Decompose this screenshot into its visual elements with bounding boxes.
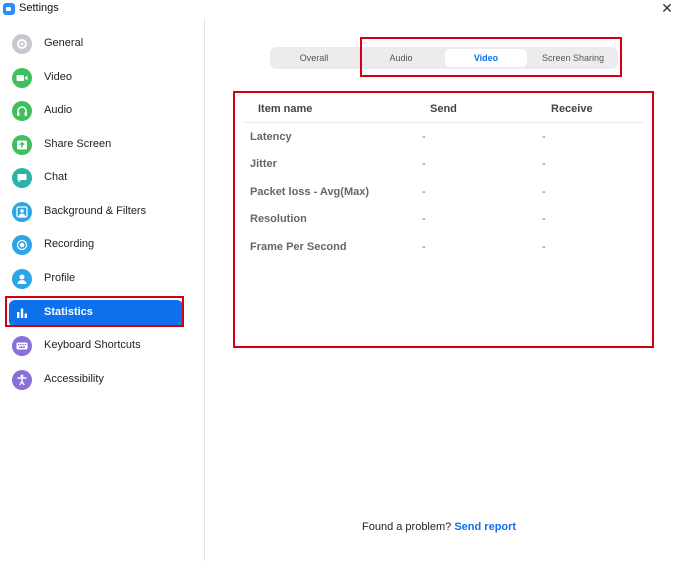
profile-icon: [12, 269, 32, 289]
close-button[interactable]: ✕: [660, 1, 674, 15]
person-frame-icon: [12, 202, 32, 222]
row-item-name: Packet loss - Avg(Max): [250, 186, 370, 198]
gear-icon: [12, 34, 32, 54]
sidebar-item-share-screen[interactable]: Share Screen: [9, 132, 183, 159]
accessibility-icon: [12, 370, 32, 390]
footer-text: Found a problem?: [362, 521, 452, 533]
table-row: Resolution - -: [243, 210, 643, 230]
sidebar-item-label: Recording: [44, 238, 95, 250]
zoom-app-icon: [3, 3, 15, 15]
video-camera-icon: [12, 68, 32, 88]
sidebar-item-video[interactable]: Video: [9, 65, 183, 92]
table-row: Packet loss - Avg(Max) - -: [243, 183, 643, 203]
settings-sidebar: General Video Audio Share Screen Chat Ba…: [0, 18, 205, 561]
share-screen-icon: [12, 135, 32, 155]
tab-overall[interactable]: Overall: [272, 49, 356, 67]
sidebar-item-label: Keyboard Shortcuts: [44, 339, 141, 351]
column-header-item-name: Item name: [258, 103, 313, 115]
row-receive-value: -: [542, 131, 546, 143]
sidebar-item-accessibility[interactable]: Accessibility: [9, 367, 183, 394]
sidebar-item-label: Share Screen: [44, 138, 112, 150]
row-item-name: Resolution: [250, 213, 307, 225]
row-send-value: -: [422, 241, 426, 253]
table-row: Frame Per Second - -: [243, 238, 643, 258]
sidebar-item-label: Audio: [44, 104, 73, 116]
column-header-send: Send: [430, 103, 457, 115]
table-row: Jitter - -: [243, 155, 643, 175]
sidebar-item-statistics[interactable]: Statistics: [9, 300, 183, 327]
row-item-name: Frame Per Second: [250, 241, 347, 253]
bar-chart-icon: [12, 303, 32, 323]
sidebar-item-label: Profile: [44, 272, 76, 284]
sidebar-item-label: Accessibility: [44, 373, 104, 385]
table-row: Latency - -: [243, 128, 643, 148]
sidebar-item-label: Video: [44, 71, 72, 83]
report-problem-footer: Found a problem? Send report: [362, 521, 516, 533]
sidebar-item-label: General: [44, 37, 84, 49]
tab-audio[interactable]: Audio: [360, 49, 442, 67]
sidebar-item-general[interactable]: General: [9, 31, 183, 58]
headphones-icon: [12, 101, 32, 121]
send-report-link[interactable]: Send report: [454, 521, 516, 533]
sidebar-item-recording[interactable]: Recording: [9, 232, 183, 259]
sidebar-item-audio[interactable]: Audio: [9, 98, 183, 125]
row-send-value: -: [422, 186, 426, 198]
statistics-tab-bar: Overall Audio Video Screen Sharing: [270, 47, 618, 69]
row-send-value: -: [422, 131, 426, 143]
row-receive-value: -: [542, 213, 546, 225]
sidebar-item-chat[interactable]: Chat: [9, 165, 183, 192]
keyboard-icon: [12, 336, 32, 356]
sidebar-item-background-filters[interactable]: Background & Filters: [9, 199, 183, 226]
tab-video[interactable]: Video: [445, 49, 527, 67]
row-receive-value: -: [542, 241, 546, 253]
sidebar-item-label: Background & Filters: [44, 205, 147, 217]
row-send-value: -: [422, 158, 426, 170]
chat-bubble-icon: [12, 168, 32, 188]
row-send-value: -: [422, 213, 426, 225]
row-receive-value: -: [542, 186, 546, 198]
sidebar-item-profile[interactable]: Profile: [9, 266, 183, 293]
stats-table-header: Item name Send Receive: [243, 98, 644, 123]
window-title: Settings: [19, 2, 59, 14]
row-item-name: Jitter: [250, 158, 277, 170]
record-icon: [12, 235, 32, 255]
title-bar: Settings ✕: [0, 0, 680, 18]
sidebar-item-label: Chat: [44, 171, 68, 183]
row-item-name: Latency: [250, 131, 292, 143]
tab-screen-sharing[interactable]: Screen Sharing: [530, 49, 616, 67]
row-receive-value: -: [542, 158, 546, 170]
column-header-receive: Receive: [551, 103, 593, 115]
sidebar-item-label: Statistics: [44, 306, 93, 318]
sidebar-item-keyboard-shortcuts[interactable]: Keyboard Shortcuts: [9, 333, 183, 360]
